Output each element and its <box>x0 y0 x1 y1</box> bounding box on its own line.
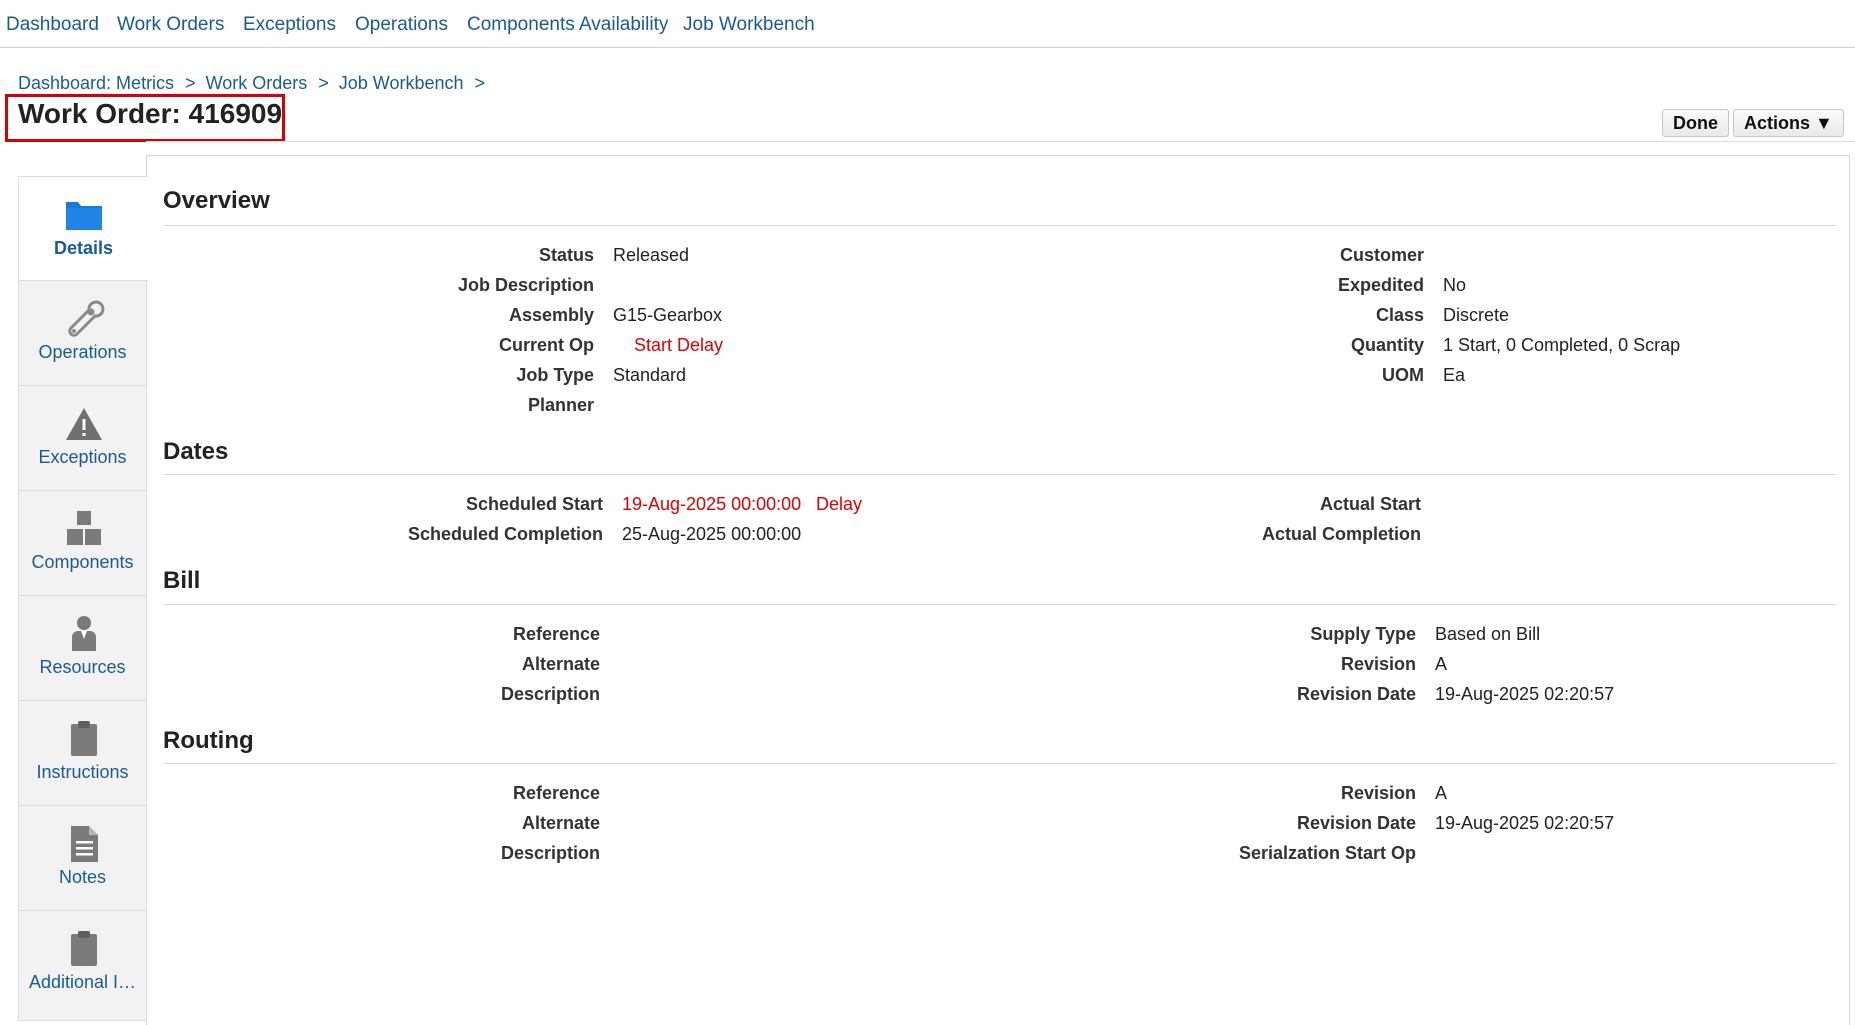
field-label-current-op: Current Op <box>498 335 594 355</box>
field-label-routing-description: Description <box>500 843 600 863</box>
field-value-scheduled-completion: 25-Aug-2025 00:00:00 <box>622 524 802 544</box>
field-label-scheduled-start: Scheduled Start <box>465 494 603 514</box>
field-label-scheduled-completion: Scheduled Completion <box>407 524 603 544</box>
field-value-routing-revision-date: 19-Aug-2025 02:20:57 <box>1435 813 1615 833</box>
field-value-assembly: G15-Gearbox <box>613 305 723 325</box>
field-label-routing-alternate: Alternate <box>521 813 600 833</box>
gear-wrench-icon <box>68 300 105 337</box>
field-label-routing-revision: Revision <box>1340 783 1416 803</box>
tab-instructions[interactable]: Instructions <box>18 701 147 806</box>
section-title-overview: Overview <box>163 187 270 214</box>
field-value-status: Released <box>613 245 690 265</box>
field-value-routing-revision: A <box>1435 783 1448 803</box>
section-divider <box>163 474 1837 475</box>
field-label-planner: Planner <box>527 395 594 415</box>
tab-additional-information[interactable]: Additional I… <box>18 911 147 1021</box>
section-title-dates: Dates <box>163 438 229 465</box>
field-value-current-op[interactable]: Start Delay <box>634 335 723 356</box>
tab-operations[interactable]: Operations <box>18 281 147 386</box>
section-title-routing: Routing <box>163 727 254 754</box>
nav-operations[interactable]: Operations <box>355 14 448 36</box>
person-icon <box>72 616 96 651</box>
tab-label-resources: Resources <box>39 657 126 677</box>
field-label-uom: UOM <box>1382 365 1424 385</box>
tab-label-details: Details <box>53 238 114 258</box>
tab-label-notes: Notes <box>58 867 107 887</box>
field-value-class: Discrete <box>1443 305 1510 325</box>
clipboard-icon <box>71 721 97 756</box>
breadcrumb-separator: > <box>474 73 486 93</box>
field-label-actual-completion: Actual Completion <box>1261 524 1421 544</box>
breadcrumb: Dashboard: Metrics > Work Orders > Job Workb… <box>18 73 495 94</box>
field-label-status: Status <box>538 245 594 265</box>
field-label-bill-description: Description <box>500 684 600 704</box>
section-divider <box>163 225 1837 226</box>
tab-label-components: Components <box>31 552 134 572</box>
tab-details[interactable]: Details <box>18 176 148 281</box>
field-value-supply-type: Based on Bill <box>1435 624 1541 644</box>
boxes-icon <box>67 511 101 545</box>
field-label-class: Class <box>1375 305 1424 325</box>
section-title-bill: Bill <box>163 567 201 594</box>
nav-components-availability[interactable]: Components Availability <box>467 14 668 36</box>
field-value-job-type: Standard <box>613 365 687 385</box>
field-label-quantity: Quantity <box>1350 335 1424 355</box>
tab-notes[interactable]: Notes <box>18 806 147 911</box>
breadcrumb-job-workbench[interactable]: Job Workbench <box>339 73 464 93</box>
tab-label-additional: Additional I… <box>28 972 137 992</box>
field-label-assembly: Assembly <box>508 305 594 325</box>
field-value-bill-revision-date: 19-Aug-2025 02:20:57 <box>1435 684 1615 704</box>
warning-icon <box>66 408 102 440</box>
field-label-actual-start: Actual Start <box>1319 494 1421 514</box>
breadcrumb-separator: > <box>318 73 329 93</box>
done-button[interactable]: Done <box>1662 109 1729 137</box>
field-label-supply-type: Supply Type <box>1310 624 1416 644</box>
tab-label-instructions: Instructions <box>36 762 129 782</box>
tab-components[interactable]: Components <box>18 491 147 596</box>
header-divider <box>146 141 1855 142</box>
field-label-bill-reference: Reference <box>512 624 600 644</box>
field-value-bill-revision: A <box>1435 654 1448 674</box>
top-navigation: Dashboard Work Orders Exceptions Operati… <box>0 0 1855 48</box>
field-value-quantity: 1 Start, 0 Completed, 0 Scrap <box>1443 335 1681 355</box>
content-panel <box>146 155 1850 1025</box>
breadcrumb-dashboard-metrics[interactable]: Dashboard: Metrics <box>18 73 174 93</box>
field-value-uom: Ea <box>1443 365 1466 385</box>
folder-icon <box>66 202 102 230</box>
field-label-expedited: Expedited <box>1337 275 1424 295</box>
field-label-routing-revision-date: Revision Date <box>1296 813 1416 833</box>
actions-button[interactable]: Actions ▼ <box>1733 109 1844 137</box>
field-label-bill-revision: Revision <box>1340 654 1416 674</box>
section-divider <box>163 763 1837 764</box>
field-value-scheduled-start: 19-Aug-2025 00:00:00 <box>622 494 802 514</box>
field-value-expedited: No <box>1443 275 1467 295</box>
field-label-job-type: Job Type <box>516 365 594 385</box>
document-icon <box>71 826 98 862</box>
field-label-customer: Customer <box>1339 245 1424 265</box>
field-label-bill-alternate: Alternate <box>521 654 600 674</box>
nav-exceptions[interactable]: Exceptions <box>243 14 336 36</box>
field-label-job-description: Job Description <box>457 275 594 295</box>
tab-label-exceptions: Exceptions <box>38 447 127 467</box>
breadcrumb-work-orders[interactable]: Work Orders <box>206 73 308 93</box>
page-title: Work Order: 416909 <box>18 98 283 129</box>
tab-label-operations: Operations <box>38 342 127 362</box>
nav-work-orders[interactable]: Work Orders <box>117 14 224 36</box>
clipboard-icon <box>71 931 97 966</box>
nav-job-workbench[interactable]: Job Workbench <box>683 14 815 36</box>
field-label-bill-revision-date: Revision Date <box>1296 684 1416 704</box>
tab-resources[interactable]: Resources <box>18 596 147 701</box>
field-label-routing-reference: Reference <box>512 783 600 803</box>
delay-flag[interactable]: Delay <box>816 494 862 515</box>
tab-exceptions[interactable]: Exceptions <box>18 386 147 491</box>
field-label-serialization-start-op: Serialzation Start Op <box>1238 843 1416 863</box>
nav-dashboard[interactable]: Dashboard <box>6 14 99 36</box>
section-divider <box>163 604 1837 605</box>
breadcrumb-separator: > <box>185 73 196 93</box>
